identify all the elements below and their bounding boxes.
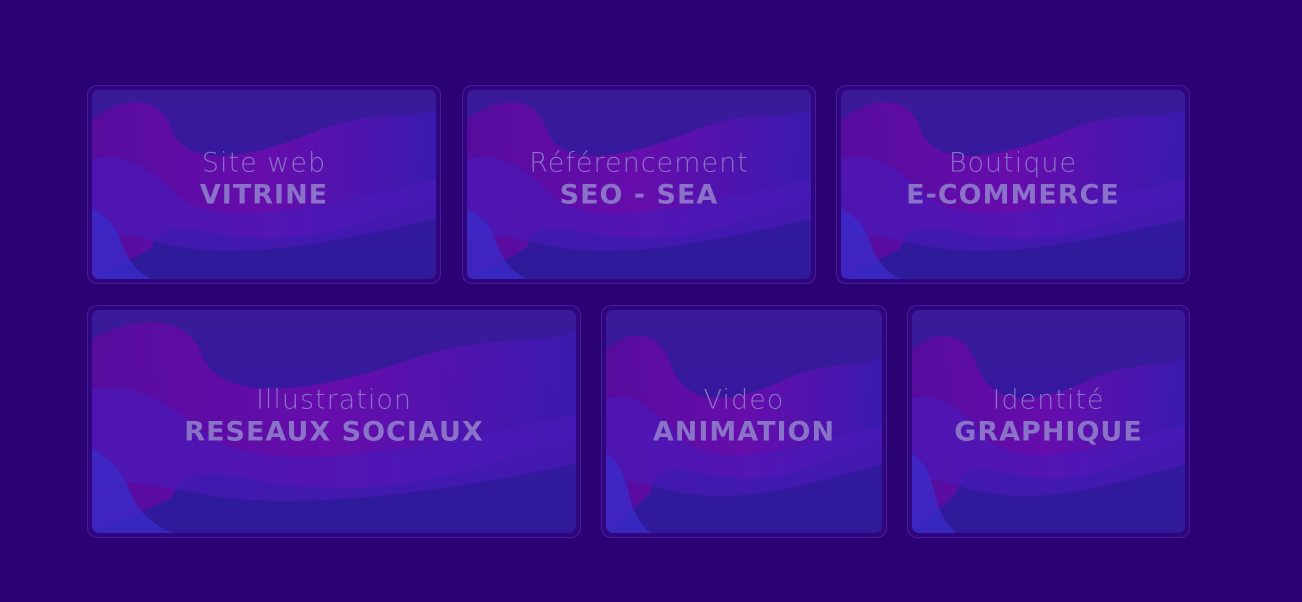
card-artwork [912, 310, 1185, 533]
card-artwork [467, 90, 811, 279]
service-card-video-animation[interactable]: Video ANIMATION [601, 305, 887, 538]
service-card-identite-graphique[interactable]: Identité GRAPHIQUE [907, 305, 1190, 538]
wave-artwork [467, 101, 811, 279]
wave-artwork [606, 335, 882, 533]
card-artwork [92, 90, 436, 279]
service-card-site-web-vitrine[interactable]: Site web VITRINE [87, 85, 441, 284]
service-card-boutique-e-commerce[interactable]: Boutique E-COMMERCE [836, 85, 1190, 284]
wave-artwork [841, 101, 1185, 279]
card-artwork [92, 310, 576, 533]
service-card-illustration-reseaux-sociaux[interactable]: Illustration RESEAUX SOCIAUX [87, 305, 581, 538]
services-grid: Site web VITRINE Référencement SEO - SEA… [0, 0, 1302, 602]
wave-artwork [912, 335, 1185, 533]
card-artwork [606, 310, 882, 533]
service-card-referencement-seo-sea[interactable]: Référencement SEO - SEA [462, 85, 816, 284]
card-artwork [841, 90, 1185, 279]
wave-artwork [92, 322, 576, 533]
wave-artwork [92, 101, 436, 279]
